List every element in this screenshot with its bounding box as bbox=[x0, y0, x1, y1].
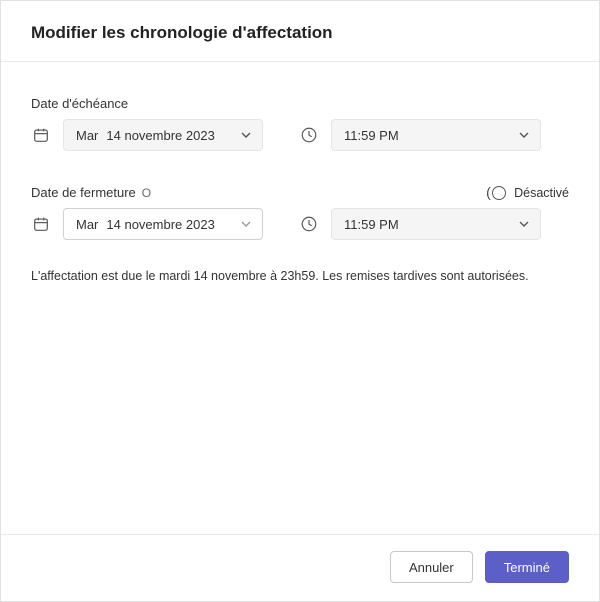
modal-footer: Annuler Terminé bbox=[1, 534, 599, 601]
due-date-picker[interactable]: Mar 14 novembre 2023 bbox=[63, 119, 263, 151]
due-date-prefix: Mar bbox=[76, 128, 98, 143]
close-date-value: 14 novembre 2023 bbox=[106, 217, 214, 232]
info-icon[interactable]: O bbox=[142, 186, 151, 200]
close-date-label-row: Date de fermeture O Désactivé bbox=[31, 185, 569, 200]
chevron-down-icon bbox=[516, 129, 532, 141]
close-time-value: 11:59 PM bbox=[344, 217, 516, 232]
close-time-picker[interactable]: 11:59 PM bbox=[331, 208, 541, 240]
due-time-value: 11:59 PM bbox=[344, 128, 516, 143]
close-date-section: Date de fermeture O Désactivé bbox=[31, 185, 569, 240]
calendar-icon bbox=[31, 214, 51, 234]
timeline-description: L'affectation est due le mardi 14 novemb… bbox=[31, 268, 569, 286]
close-date-toggle[interactable]: Désactivé bbox=[492, 186, 569, 200]
due-time-picker[interactable]: 11:59 PM bbox=[331, 119, 541, 151]
due-date-label: Date d'échéance bbox=[31, 96, 128, 111]
close-date-field-row: Mar 14 novembre 2023 11:59 PM bbox=[31, 208, 569, 240]
close-date-picker[interactable]: Mar 14 novembre 2023 bbox=[63, 208, 263, 240]
due-date-field-row: Mar 14 novembre 2023 11:59 PM bbox=[31, 119, 569, 151]
due-date-label-row: Date d'échéance bbox=[31, 96, 569, 111]
close-date-toggle-label: Désactivé bbox=[514, 186, 569, 200]
toggle-off-icon bbox=[492, 186, 506, 200]
modal-title: Modifier les chronologie d'affectation bbox=[31, 23, 569, 43]
chevron-down-icon bbox=[238, 218, 254, 230]
done-button[interactable]: Terminé bbox=[485, 551, 569, 583]
due-date-section: Date d'échéance Mar 14 novembre 2023 bbox=[31, 96, 569, 151]
close-date-prefix: Mar bbox=[76, 217, 98, 232]
chevron-down-icon bbox=[238, 129, 254, 141]
edit-timeline-modal: Modifier les chronologie d'affectation D… bbox=[0, 0, 600, 602]
modal-header: Modifier les chronologie d'affectation bbox=[1, 1, 599, 62]
clock-icon bbox=[299, 214, 319, 234]
chevron-down-icon bbox=[516, 218, 532, 230]
due-date-value: 14 novembre 2023 bbox=[106, 128, 214, 143]
close-date-label: Date de fermeture bbox=[31, 185, 136, 200]
clock-icon bbox=[299, 125, 319, 145]
cancel-button[interactable]: Annuler bbox=[390, 551, 473, 583]
calendar-icon bbox=[31, 125, 51, 145]
modal-content: Date d'échéance Mar 14 novembre 2023 bbox=[1, 62, 599, 534]
